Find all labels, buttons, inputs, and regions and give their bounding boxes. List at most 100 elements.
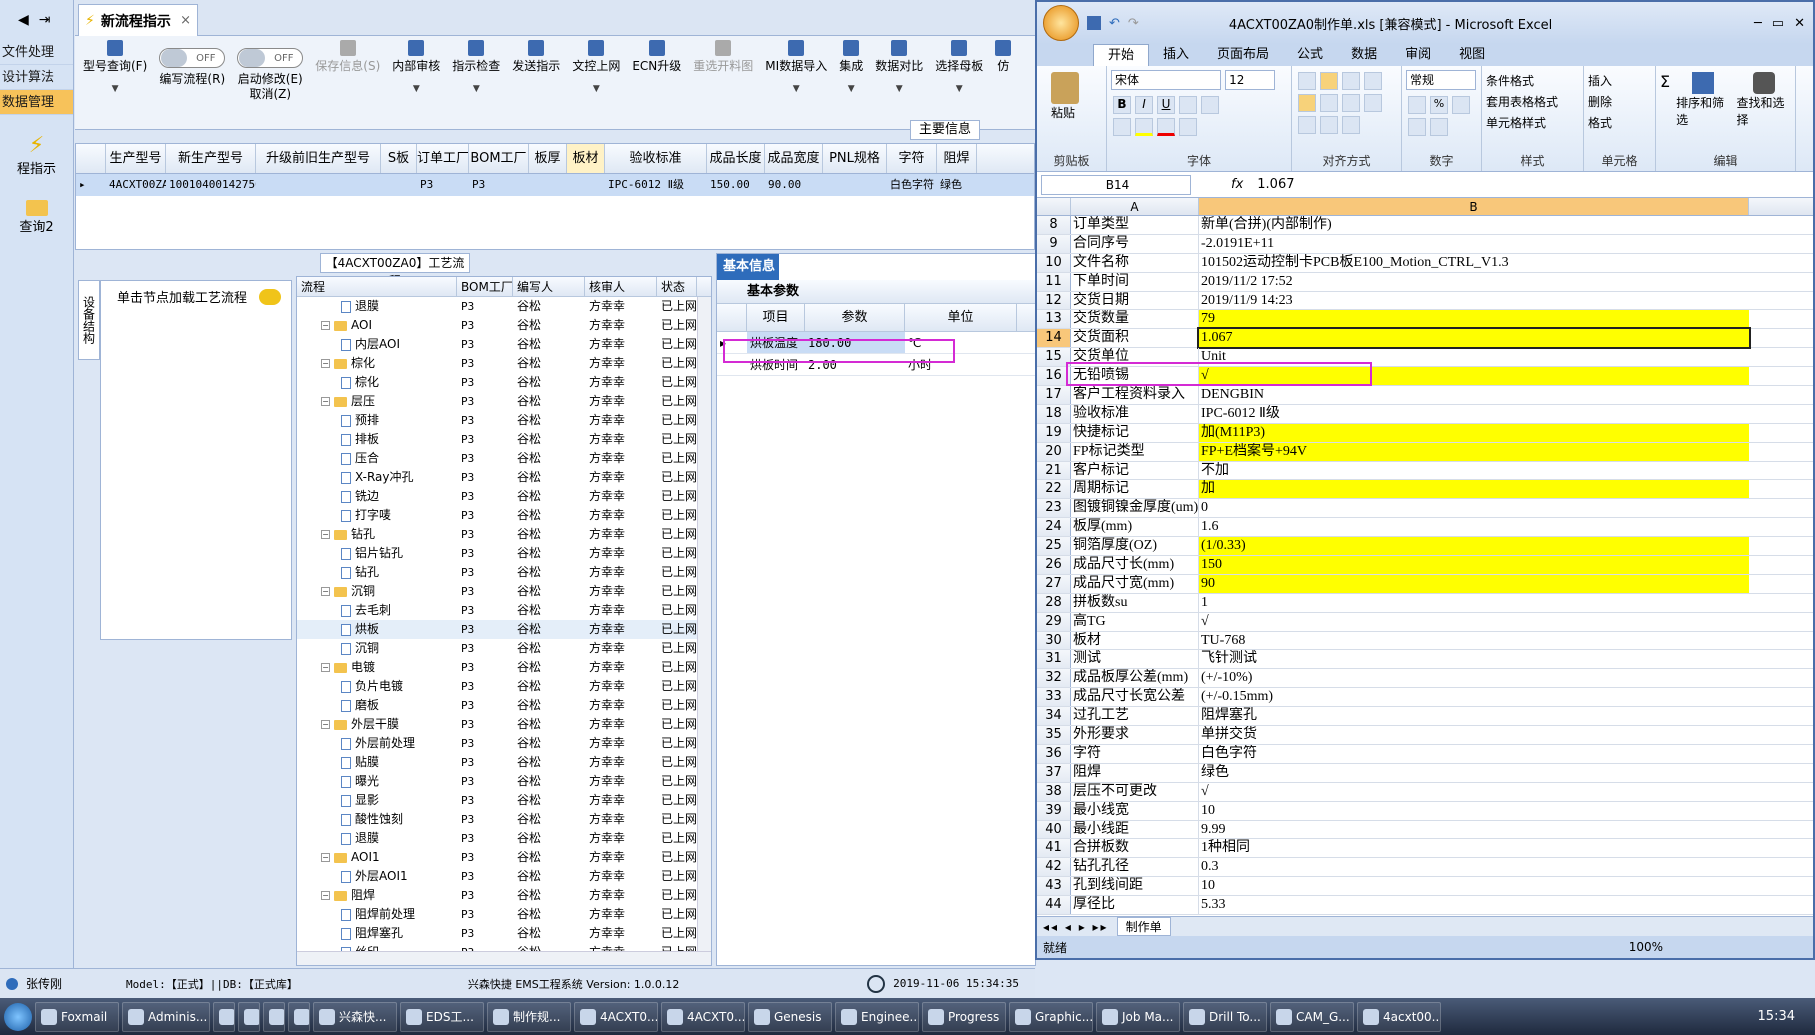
- column-header[interactable]: 参数: [805, 304, 905, 331]
- office-button[interactable]: [1043, 5, 1079, 41]
- ribbon-tab[interactable]: 视图: [1445, 44, 1499, 66]
- tree-row[interactable]: 棕化 P3 谷松 方幸幸 已上网: [297, 373, 711, 392]
- column-header[interactable]: 单位: [905, 304, 1017, 331]
- row-number[interactable]: 36: [1037, 744, 1071, 763]
- cell-b[interactable]: 白色字符: [1199, 745, 1749, 763]
- row-number[interactable]: 31: [1037, 650, 1071, 669]
- column-header[interactable]: 编写人: [513, 277, 585, 296]
- currency-icon[interactable]: [1408, 96, 1426, 114]
- row-number[interactable]: 33: [1037, 688, 1071, 707]
- cell-a[interactable]: 最小线宽: [1071, 801, 1199, 820]
- row-number[interactable]: 29: [1037, 612, 1071, 631]
- sidebar-item[interactable]: 数据管理: [0, 90, 73, 115]
- column-header[interactable]: 项目: [747, 304, 805, 331]
- cell-a[interactable]: 快捷标记: [1071, 423, 1199, 442]
- table-cell[interactable]: 150.00: [707, 174, 765, 196]
- clock[interactable]: 15:34: [1758, 1009, 1795, 1024]
- row-number[interactable]: 26: [1037, 556, 1071, 574]
- row-number[interactable]: 13: [1037, 310, 1071, 329]
- dropdown-arrow-icon[interactable]: ▼: [593, 82, 600, 97]
- taskbar-button[interactable]: [238, 1001, 260, 1032]
- row-number[interactable]: 38: [1037, 782, 1071, 801]
- tree-row[interactable]: 显影 P3 谷松 方幸幸 已上网: [297, 791, 711, 810]
- cell-a[interactable]: 拼板数su: [1071, 593, 1199, 612]
- column-header[interactable]: 成品长度: [707, 144, 765, 173]
- cell-a[interactable]: 交货日期: [1071, 291, 1199, 310]
- cell-b[interactable]: 绿色: [1199, 764, 1749, 782]
- dropdown-arrow-icon[interactable]: ▼: [413, 82, 420, 97]
- maximize-icon[interactable]: ▭: [1772, 16, 1784, 31]
- tree-row[interactable]: 贴膜 P3 谷松 方幸幸 已上网: [297, 753, 711, 772]
- ribbon-tab[interactable]: 开始: [1093, 44, 1150, 66]
- close-icon[interactable]: ✕: [1794, 16, 1805, 31]
- fill-color-icon[interactable]: [1135, 118, 1153, 136]
- cell-a[interactable]: 图镀铜镍金厚度(um): [1071, 499, 1199, 518]
- row-number[interactable]: 34: [1037, 707, 1071, 726]
- column-b-header[interactable]: B: [1199, 198, 1749, 215]
- row-number[interactable]: 41: [1037, 839, 1071, 858]
- cell-b[interactable]: FP+E档案号+94V: [1199, 442, 1749, 461]
- cell-a[interactable]: 下单时间: [1071, 272, 1199, 291]
- font-color-icon[interactable]: [1157, 118, 1175, 136]
- row-number[interactable]: 42: [1037, 858, 1071, 877]
- row-number[interactable]: 14: [1037, 329, 1071, 348]
- taskbar-button[interactable]: 4ACXT0...: [574, 1001, 658, 1032]
- tree-row[interactable]: 外层AOI1 P3 谷松 方幸幸 已上网: [297, 867, 711, 886]
- number-format-select[interactable]: 常规: [1406, 70, 1476, 90]
- table-cell[interactable]: [567, 174, 605, 196]
- font-name-select[interactable]: 宋体: [1111, 70, 1221, 90]
- column-header[interactable]: 流程: [297, 277, 457, 296]
- taskbar-button[interactable]: Graphic...: [1009, 1001, 1093, 1032]
- cell-b[interactable]: 单拼交货: [1199, 726, 1749, 744]
- toolbar-button[interactable]: 内部审核 ▼: [386, 36, 446, 129]
- toolbar-button[interactable]: ECN升级: [626, 36, 687, 129]
- collapse-icon[interactable]: −: [321, 853, 330, 862]
- cell-a[interactable]: 板厚(mm): [1071, 518, 1199, 537]
- border-icon[interactable]: [1113, 118, 1131, 136]
- ribbon-tab[interactable]: 插入: [1149, 44, 1203, 66]
- row-number[interactable]: 37: [1037, 763, 1071, 782]
- column-header[interactable]: 成品宽度: [765, 144, 823, 173]
- column-a-header[interactable]: A: [1071, 198, 1199, 215]
- cell-b[interactable]: 5.33: [1199, 896, 1749, 914]
- table-format-button[interactable]: 套用表格格式: [1486, 93, 1579, 110]
- cell-a[interactable]: 成品尺寸长宽公差: [1071, 688, 1199, 707]
- cell-a[interactable]: 外形要求: [1071, 726, 1199, 744]
- column-header[interactable]: 状态: [657, 277, 697, 296]
- align-right-icon[interactable]: [1342, 94, 1360, 112]
- cell-a[interactable]: 层压不可更改: [1071, 782, 1199, 801]
- tree-row[interactable]: 阻焊前处理 P3 谷松 方幸幸 已上网: [297, 905, 711, 924]
- column-header[interactable]: S板: [381, 144, 417, 173]
- tree-row[interactable]: 外层前处理 P3 谷松 方幸幸 已上网: [297, 734, 711, 753]
- cell-a[interactable]: 交货数量: [1071, 310, 1199, 329]
- cell-b[interactable]: 阻焊塞孔: [1199, 707, 1749, 725]
- cell-b[interactable]: 0: [1199, 499, 1749, 517]
- close-icon[interactable]: ×: [180, 13, 191, 28]
- minimize-icon[interactable]: ─: [1754, 16, 1762, 31]
- row-number[interactable]: 44: [1037, 896, 1071, 914]
- toolbar-button[interactable]: 发送指示: [506, 36, 566, 129]
- taskbar-button[interactable]: Foxmail: [35, 1001, 119, 1032]
- cell-b[interactable]: √: [1199, 613, 1749, 631]
- table-cell[interactable]: P3: [469, 174, 529, 196]
- taskbar-button[interactable]: EDS工...: [400, 1001, 484, 1032]
- row-number[interactable]: 8: [1037, 216, 1071, 234]
- row-number[interactable]: 12: [1037, 291, 1071, 310]
- row-number[interactable]: 23: [1037, 499, 1071, 518]
- undo-icon[interactable]: ↶: [1109, 16, 1120, 31]
- tree-row[interactable]: − AOI P3 谷松 方幸幸 已上网: [297, 316, 711, 335]
- increase-decimal-icon[interactable]: [1408, 118, 1426, 136]
- cell-b[interactable]: TU-768: [1199, 632, 1749, 650]
- select-all-corner[interactable]: [1037, 198, 1071, 215]
- cell-b[interactable]: 加(M11P3): [1199, 423, 1749, 442]
- cell-b[interactable]: 飞针测试: [1199, 650, 1749, 668]
- cell-a[interactable]: 交货面积: [1071, 329, 1199, 348]
- wrap-text-icon[interactable]: [1364, 72, 1382, 90]
- comma-icon[interactable]: [1452, 96, 1470, 114]
- dropdown-arrow-icon[interactable]: ▼: [793, 82, 800, 97]
- tree-row[interactable]: 酸性蚀刻 P3 谷松 方幸幸 已上网: [297, 810, 711, 829]
- row-number[interactable]: 39: [1037, 801, 1071, 820]
- tree-row[interactable]: 压合 P3 谷松 方幸幸 已上网: [297, 449, 711, 468]
- row-number[interactable]: 19: [1037, 423, 1071, 442]
- cell-a[interactable]: 铜箔厚度(OZ): [1071, 537, 1199, 556]
